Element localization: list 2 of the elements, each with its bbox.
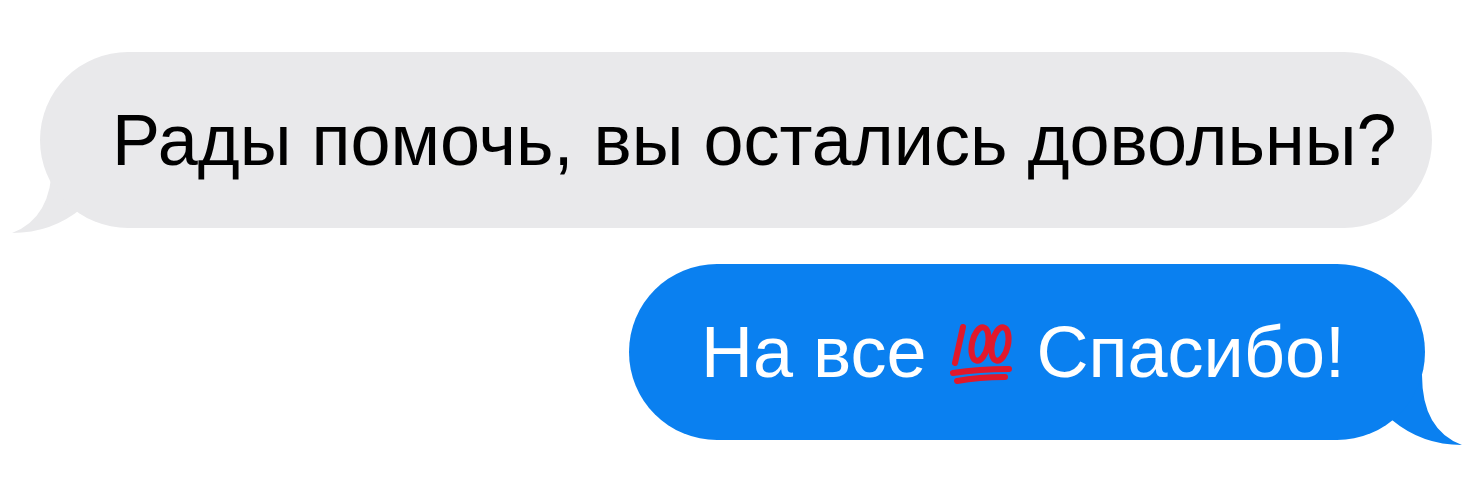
message-text: Спасибо! <box>1036 316 1346 388</box>
message-text: На все <box>701 316 927 388</box>
